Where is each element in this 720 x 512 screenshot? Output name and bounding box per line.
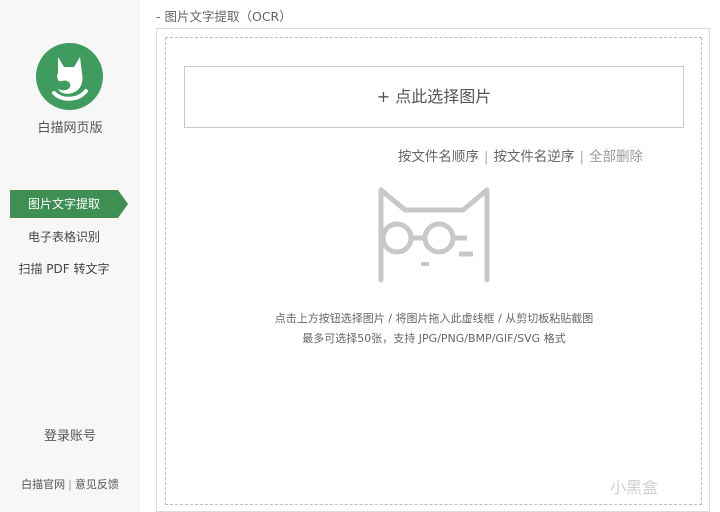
sidebar: 白描网页版 图片文字提取 电子表格识别 扫描 PDF 转文字 登录账号 白描官网… [0,0,140,512]
footer-links: 白描官网 | 意见反馈 [0,476,140,492]
sort-separator: | [483,149,489,165]
watermark: 小黑盒 [610,478,659,497]
cat-glasses-icon [377,184,493,288]
nav-item-pdf[interactable]: 扫描 PDF 转文字 [0,260,128,277]
official-site-link[interactable]: 白描官网 [21,478,65,491]
hint-line-1: 点击上方按钮选择图片 / 将图片拖入此虚线框 / 从剪切板粘贴截图 [274,312,594,325]
sort-separator: | [579,149,584,165]
hint-line-2: 最多可选择50张，支持 JPG/PNG/BMP/GIF/SVG 格式 [302,332,566,345]
sort-desc-link[interactable]: 按文件名逆序 [493,149,574,165]
select-image-button[interactable]: + 点此选择图片 [184,66,684,128]
footer-separator: | [68,478,72,491]
upload-panel: + 点此选择图片 按文件名顺序 | 按文件名逆序 | 全部删除 点击上方按钮选择图片 /… [156,28,710,512]
delete-all-link[interactable]: 全部删除 [589,149,643,165]
feedback-link[interactable]: 意见反馈 [75,478,119,491]
brand-label: 白描网页版 [37,121,103,136]
sort-asc-link[interactable]: 按文件名顺序 [398,149,479,165]
login-link[interactable]: 登录账号 [0,425,140,444]
section-title: - 图片文字提取（OCR） [156,9,292,24]
cat-logo-icon [36,43,103,110]
nav-item-spreadsheet[interactable]: 电子表格识别 [0,228,128,245]
nav-item-ocr[interactable]: 图片文字提取 [10,190,128,218]
sort-controls: 按文件名顺序 | 按文件名逆序 | 全部删除 [398,145,643,165]
